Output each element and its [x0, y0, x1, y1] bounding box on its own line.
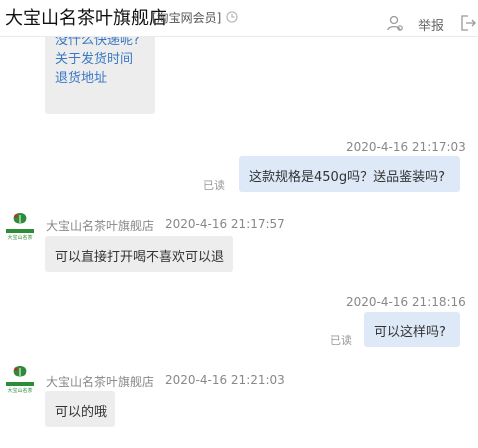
- shop-avatar: 大宝山名茶: [5, 210, 35, 242]
- read-status: 已读: [330, 334, 352, 347]
- quick-link[interactable]: 退货地址: [55, 69, 155, 88]
- message-text: 可以直接打开喝不喜欢可以退: [55, 250, 225, 265]
- message-timestamp: 2020-4-16 21:17:57: [165, 217, 285, 231]
- message-timestamp: 2020-4-16 21:21:03: [165, 373, 285, 387]
- report-link[interactable]: 举报: [418, 15, 444, 34]
- exit-icon[interactable]: [459, 14, 477, 36]
- avatar-brand-text: 大宝山名茶: [7, 235, 33, 241]
- read-status: 已读: [203, 179, 225, 192]
- sender-name: 大宝山名茶叶旗舰店: [46, 375, 155, 389]
- message-bubble: 可以直接打开喝不喜欢可以退: [45, 236, 233, 272]
- avatar-brand-text: 大宝山名茶: [7, 388, 33, 394]
- quick-links-bubble: 没什么快递呢? 关于发货时间 退货地址: [45, 37, 155, 114]
- sender-name: 大宝山名茶叶旗舰店: [46, 219, 155, 233]
- message-timestamp: 2020-4-16 21:18:16: [346, 295, 466, 309]
- shop-avatar: 大宝山名茶: [5, 363, 35, 395]
- member-tag: [淘宝网会员]: [152, 11, 222, 25]
- message-timestamp: 2020-4-16 21:17:03: [346, 140, 466, 154]
- quick-link[interactable]: 关于发货时间: [55, 50, 155, 69]
- message-bubble: 这款规格是450g吗？送品鉴装吗?: [239, 156, 460, 192]
- message-list[interactable]: 没什么快递呢? 关于发货时间 退货地址 2020-4-16 21:17:03 已…: [0, 37, 478, 448]
- chat-header: 大宝山名茶叶旗舰店 [淘宝网会员] 举报: [0, 0, 478, 37]
- quick-link[interactable]: 没什么快递呢?: [55, 37, 155, 50]
- message-text: 可以的哦: [55, 405, 108, 420]
- message-bubble: 可以这样吗?: [364, 312, 460, 347]
- clock-icon[interactable]: [226, 8, 238, 27]
- message-bubble: 可以的哦: [45, 391, 115, 427]
- shop-name[interactable]: 大宝山名茶叶旗舰店: [5, 4, 167, 30]
- user-profile-icon[interactable]: [386, 14, 404, 36]
- message-text: 可以这样吗?: [374, 325, 446, 340]
- message-text: 这款规格是450g吗？送品鉴装吗?: [249, 170, 445, 185]
